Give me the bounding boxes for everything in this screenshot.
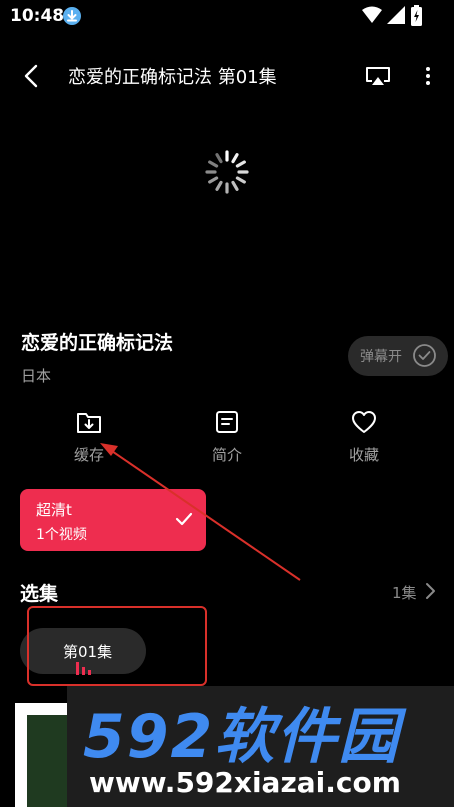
watermark-url: www.592xiazai.com bbox=[89, 766, 401, 799]
favorite-button[interactable]: 收藏 bbox=[329, 408, 399, 472]
annotation-highlight-box bbox=[27, 606, 207, 686]
status-bar: 10:48 bbox=[0, 0, 454, 32]
more-options-icon[interactable] bbox=[420, 62, 436, 90]
watermark-banner: 592软件园 www.592xiazai.com bbox=[67, 686, 454, 807]
wifi-icon bbox=[362, 6, 382, 28]
back-icon[interactable] bbox=[20, 62, 44, 90]
danmu-label: 弹幕开 bbox=[360, 349, 402, 365]
quality-video-count: 1个视频 bbox=[36, 527, 87, 543]
intro-button[interactable]: 简介 bbox=[192, 408, 262, 472]
cache-button[interactable]: 缓存 bbox=[54, 408, 124, 472]
status-time: 10:48 bbox=[10, 6, 65, 26]
check-circle-icon bbox=[412, 343, 437, 368]
download-folder-icon bbox=[77, 413, 101, 433]
intro-label: 简介 bbox=[211, 446, 242, 464]
heart-icon bbox=[352, 411, 376, 433]
watermark-logo: 592软件园 bbox=[83, 702, 401, 772]
chevron-right-icon[interactable] bbox=[424, 582, 436, 604]
video-title: 恋爱的正确标记法 bbox=[21, 332, 174, 354]
episodes-heading: 选集 bbox=[20, 583, 59, 605]
loading-spinner-icon bbox=[203, 148, 251, 196]
quality-name: 超清t bbox=[36, 501, 72, 519]
document-icon bbox=[216, 411, 238, 433]
quality-option[interactable]: 超清t 1个视频 bbox=[20, 489, 206, 551]
episodes-count-link[interactable]: 1集 bbox=[392, 582, 417, 603]
signal-icon bbox=[387, 6, 405, 28]
danmu-toggle-button[interactable]: 弹幕开 bbox=[348, 336, 448, 376]
battery-charging-icon bbox=[411, 5, 422, 30]
check-icon bbox=[175, 511, 193, 531]
cache-label: 缓存 bbox=[73, 446, 104, 464]
video-region: 日本 bbox=[21, 367, 52, 385]
page-title: 恋爱的正确标记法 第01集 bbox=[68, 67, 277, 88]
download-notification-icon bbox=[63, 7, 81, 25]
cast-icon[interactable] bbox=[364, 62, 392, 90]
favorite-label: 收藏 bbox=[348, 446, 379, 464]
